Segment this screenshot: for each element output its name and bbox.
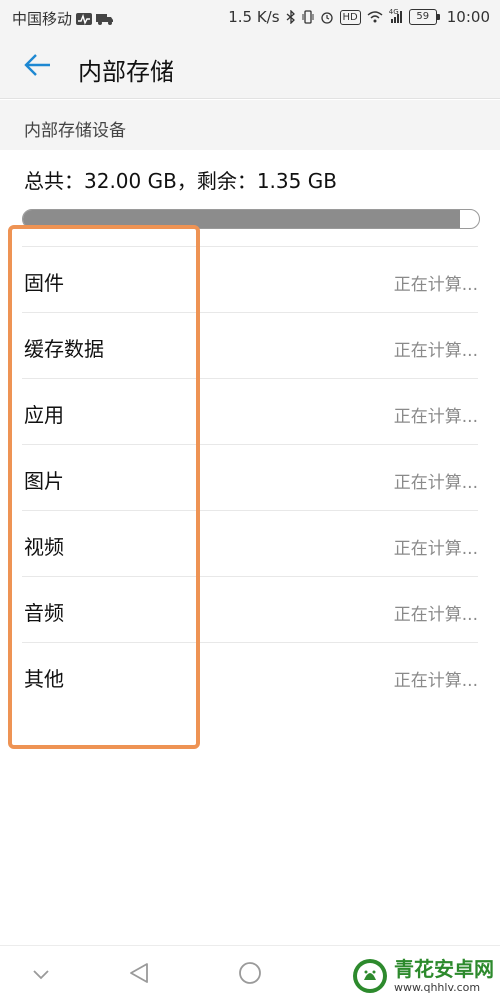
signal-icon: 4G [388,8,403,23]
battery-indicator: 59 [408,9,440,25]
wifi-icon [367,11,383,23]
list-item-label: 图片 [24,469,64,493]
list-item-status: 正在计算... [393,605,478,625]
network-badge: 4G [388,8,399,16]
nav-hide-button[interactable] [24,958,58,992]
list-item-firmware[interactable]: 固件 正在计算... [22,246,478,312]
list-item-status: 正在计算... [393,539,478,559]
carrier-label: 中国移动 [12,10,73,28]
nav-back-button[interactable] [122,958,156,992]
list-item-videos[interactable]: 视频 正在计算... [22,510,478,576]
list-item-status: 正在计算... [393,275,478,295]
storage-category-list: 固件 正在计算... 缓存数据 正在计算... 应用 正在计算... 图片 正在… [0,246,500,708]
watermark-name: 青花安卓网 [394,957,494,981]
network-speed: 1.5 K/s [228,8,280,26]
arrow-left-icon [24,54,52,80]
page-title: 内部存储 [78,58,174,86]
list-item-audio[interactable]: 音频 正在计算... [22,576,478,642]
back-button[interactable] [18,50,58,84]
list-item-label: 应用 [24,403,64,427]
watermark: 青花安卓网 www.qhhlv.com [352,958,494,994]
nav-home-button[interactable] [233,958,267,992]
list-item-status: 正在计算... [393,407,478,427]
list-item-status: 正在计算... [393,671,478,691]
list-item-status: 正在计算... [393,341,478,361]
watermark-logo-icon [352,958,388,994]
clock: 10:00 [446,8,490,26]
activity-icon [76,12,93,25]
status-right: 1.5 K/s HD 4G 59 10:00 [228,8,490,26]
watermark-url: www.qhhlv.com [394,981,481,994]
list-item-label: 音频 [24,601,64,625]
alarm-icon [320,10,334,24]
storage-progress-fill [23,210,460,228]
bluetooth-icon [286,10,296,24]
section-title: 内部存储设备 [24,121,126,141]
list-item-apps[interactable]: 应用 正在计算... [22,378,478,444]
status-bar: 中国移动 1.5 K/s HD 4G 59 10:00 [0,0,500,36]
chevron-down-icon [32,966,50,985]
list-item-cache[interactable]: 缓存数据 正在计算... [22,312,478,378]
vibrate-icon [302,10,314,24]
storage-progress-bar [22,209,480,229]
home-circle-icon [238,961,262,989]
section-header: 内部存储设备 [0,100,500,150]
back-triangle-icon [129,962,149,988]
truck-icon [96,13,114,25]
hd-badge: HD [339,9,361,25]
list-item-label: 缓存数据 [24,337,104,361]
app-bar: 内部存储 [0,36,500,99]
storage-summary: 总共：32.00 GB，剩余：1.35 GB [24,169,337,193]
list-item-label: 视频 [24,535,64,559]
list-item-label: 固件 [24,271,64,295]
list-item-other[interactable]: 其他 正在计算... [22,642,478,708]
list-item-status: 正在计算... [393,473,478,493]
watermark-text: 青花安卓网 www.qhhlv.com [394,959,494,993]
list-item-label: 其他 [24,667,64,691]
list-item-images[interactable]: 图片 正在计算... [22,444,478,510]
status-left: 中国移动 [12,8,114,29]
